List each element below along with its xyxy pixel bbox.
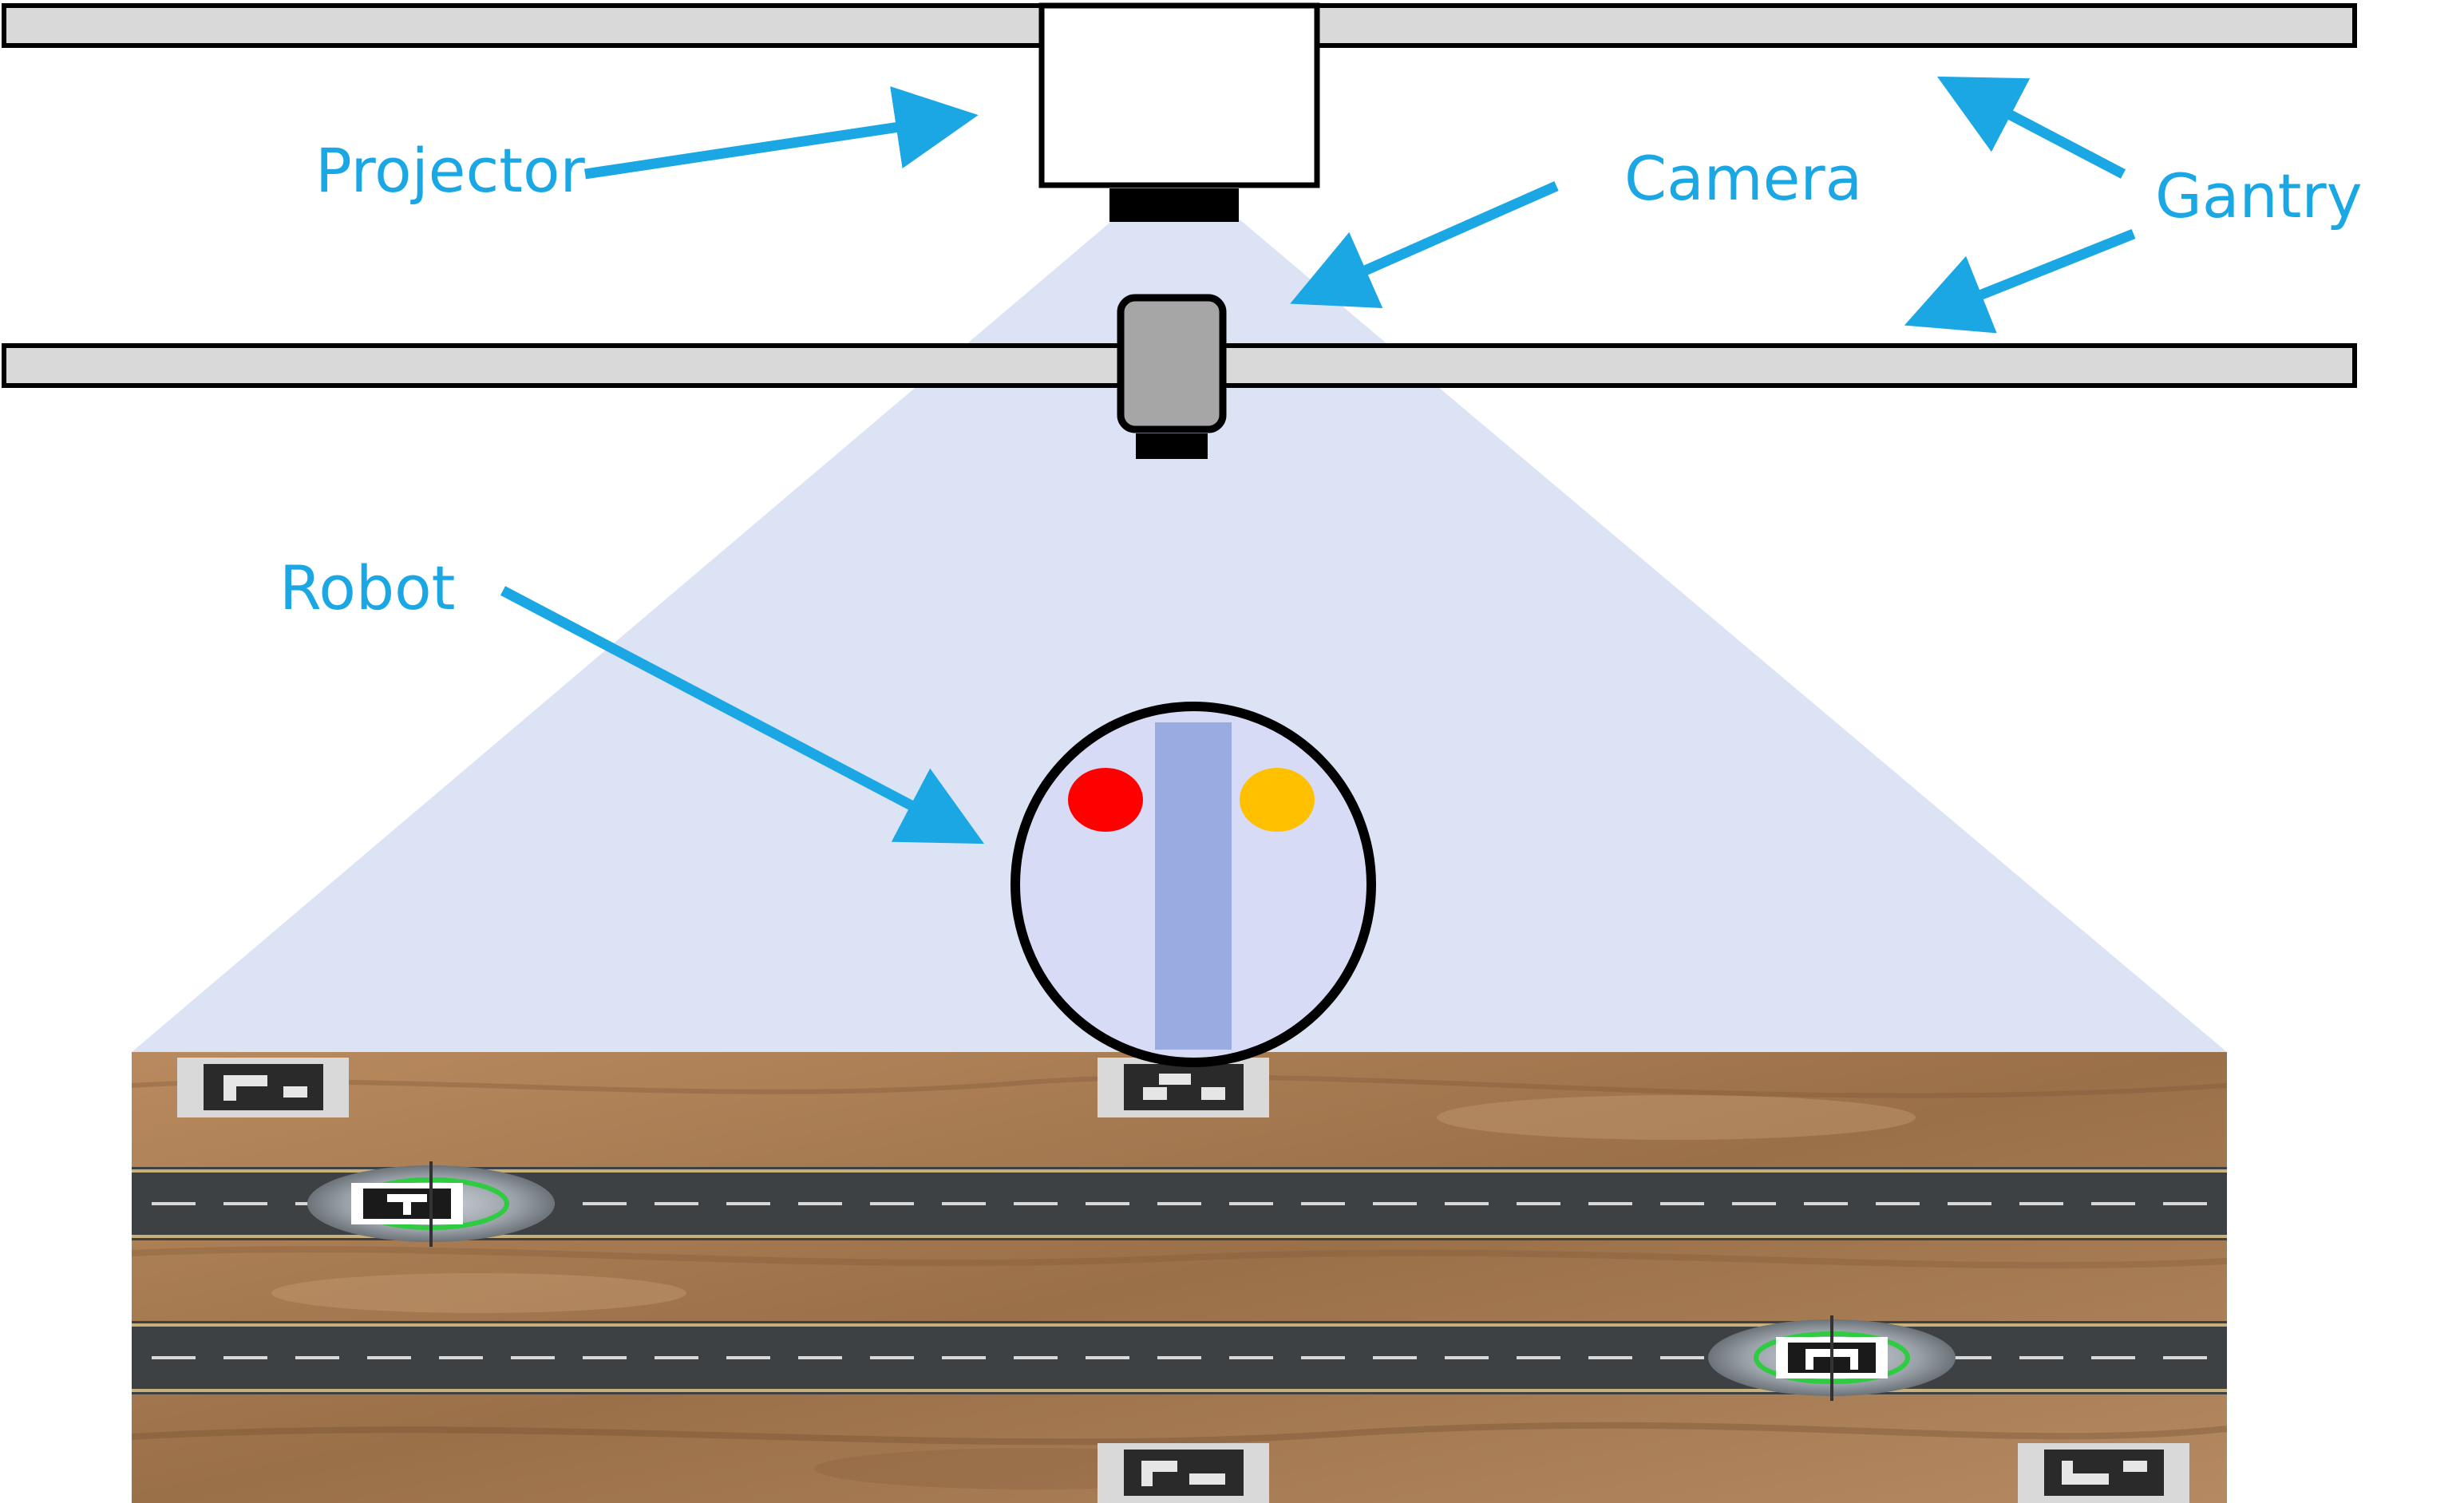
- robot-led-right: [1240, 768, 1315, 832]
- gantry-arrow-top: [1936, 76, 2126, 179]
- aruco-marker-icon: [2018, 1443, 2189, 1503]
- projector-arrow: [584, 86, 979, 180]
- label-camera: Camera: [1624, 143, 1862, 214]
- robot-circle-icon: [1011, 702, 1376, 1067]
- camera-icon: [1117, 294, 1227, 459]
- projector-box-icon: [1038, 2, 1320, 222]
- gantry-arrow-bottom: [1904, 228, 2136, 334]
- camera-arrow: [1290, 181, 1559, 309]
- robot-led-left: [1068, 768, 1143, 832]
- label-projector: Projector: [315, 135, 586, 206]
- aruco-marker-icon: [1098, 1443, 1269, 1503]
- label-robot: Robot: [279, 552, 455, 623]
- label-gantry: Gantry: [2155, 160, 2363, 231]
- floor-terrain: [132, 1052, 2227, 1503]
- aruco-marker-icon: [177, 1058, 349, 1117]
- gantry-diagram: Projector Camera Gantry Robot: [0, 0, 2464, 1503]
